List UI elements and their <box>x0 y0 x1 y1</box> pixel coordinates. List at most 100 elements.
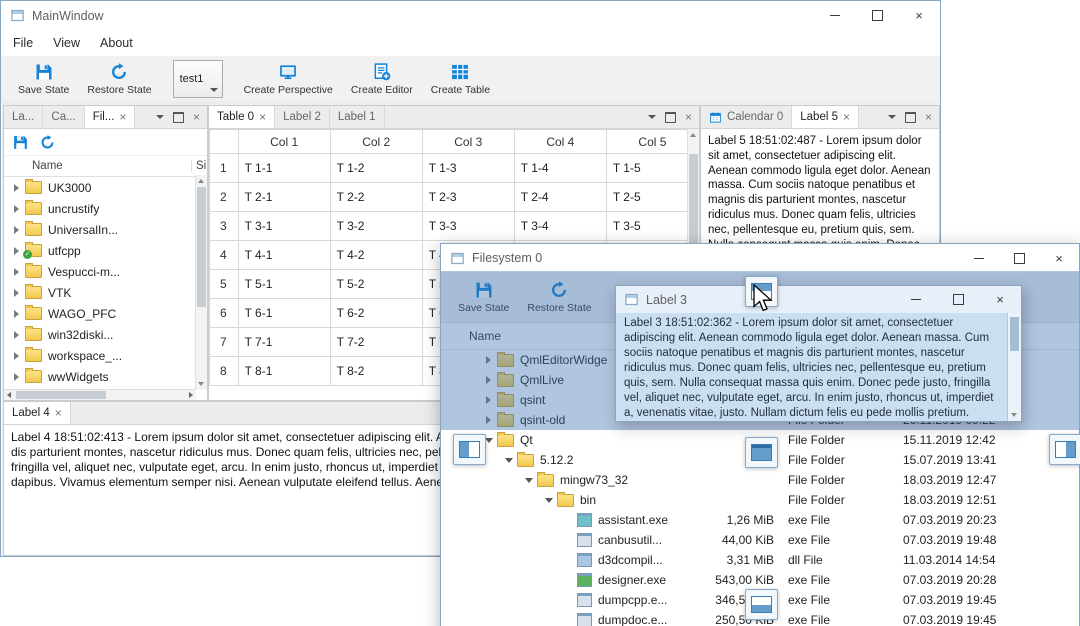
close-icon[interactable]: × <box>119 111 126 123</box>
table-cell[interactable]: T 8-1 <box>237 356 331 386</box>
table-cell[interactable]: T 3-2 <box>329 211 423 241</box>
tabs-menu-icon[interactable] <box>647 115 656 119</box>
tab-table-0[interactable]: Table 0 × <box>209 106 276 128</box>
table-cell[interactable]: T 1-3 <box>421 153 515 183</box>
close-icon[interactable]: × <box>685 111 692 123</box>
close-button[interactable]: × <box>1039 244 1079 272</box>
scroll-down-icon[interactable] <box>1011 413 1017 417</box>
table-cell[interactable]: T 2-1 <box>237 182 331 212</box>
expander-icon[interactable] <box>14 183 19 192</box>
scrollbar-thumb[interactable] <box>1010 317 1019 351</box>
tree-item[interactable]: utfcpp <box>4 240 207 261</box>
tab-label-2[interactable]: Label 2 <box>275 106 330 128</box>
scrollbar-thumb[interactable] <box>16 391 106 399</box>
row-number[interactable]: 3 <box>209 211 239 241</box>
tab-calendar-dock[interactable]: Ca... <box>43 106 85 128</box>
horizontal-scrollbar[interactable] <box>4 389 196 400</box>
detach-icon[interactable] <box>664 111 676 123</box>
dock-left-indicator[interactable] <box>453 434 486 465</box>
table-cell[interactable]: T 3-5 <box>605 211 699 241</box>
file-row[interactable]: bin File Folder 18.03.2019 12:51 <box>441 490 1079 510</box>
table-cell[interactable]: T 2-4 <box>513 182 607 212</box>
row-number[interactable]: 8 <box>209 356 239 386</box>
row-number[interactable]: 6 <box>209 298 239 328</box>
close-icon[interactable]: × <box>843 111 850 123</box>
expander-icon[interactable] <box>545 497 553 503</box>
tab-filesystem-dock[interactable]: Fil... × <box>84 106 136 128</box>
filesystem-titlebar[interactable]: Filesystem 0 × <box>441 244 1079 272</box>
row-number[interactable]: 1 <box>209 153 239 183</box>
expander-icon[interactable] <box>14 267 19 276</box>
menu-file[interactable]: File <box>3 32 43 54</box>
detach-icon[interactable] <box>904 111 916 123</box>
dock-right-indicator[interactable] <box>1049 434 1080 465</box>
label3-titlebar[interactable]: Label 3 × <box>616 286 1021 313</box>
table-cell[interactable]: T 1-4 <box>513 153 607 183</box>
file-row[interactable]: designer.exe 543,00 KiB exe File 07.03.2019… <box>441 570 1079 590</box>
tree-item[interactable]: wwWidgets <box>4 366 207 387</box>
close-icon[interactable]: × <box>55 407 62 419</box>
expander-icon[interactable] <box>505 457 513 463</box>
scroll-up-icon[interactable] <box>690 133 696 137</box>
table-cell[interactable]: T 2-3 <box>421 182 515 212</box>
expander-icon[interactable] <box>14 246 19 255</box>
table-cell[interactable]: T 1-2 <box>329 153 423 183</box>
scroll-left-icon[interactable] <box>7 392 11 398</box>
tab-label-4[interactable]: Label 4 × <box>4 402 71 424</box>
table-cell[interactable]: T 4-2 <box>329 240 423 270</box>
table-cell[interactable]: T 7-1 <box>237 327 331 357</box>
tree-item[interactable]: WAGO_PFC <box>4 303 207 324</box>
table-cell[interactable]: T 5-2 <box>329 269 423 299</box>
scroll-up-icon[interactable] <box>198 179 204 183</box>
minimize-button[interactable] <box>959 244 999 272</box>
tab-label-1[interactable]: Label 1 <box>330 106 385 128</box>
tree-item[interactable]: workspace_... <box>4 345 207 366</box>
tree-item[interactable]: win32diski... <box>4 324 207 345</box>
expander-icon[interactable] <box>14 204 19 213</box>
table-cell[interactable]: T 2-5 <box>605 182 699 212</box>
file-row[interactable]: canbusutil... 44,00 KiB exe File 07.03.2019… <box>441 530 1079 550</box>
expander-icon[interactable] <box>525 477 533 483</box>
column-header[interactable]: Col 2 <box>329 129 423 154</box>
tree-item[interactable]: Vespucci-m... <box>4 261 207 282</box>
tabs-menu-icon[interactable] <box>887 115 896 119</box>
column-header[interactable]: Col 4 <box>513 129 607 154</box>
expander-icon[interactable] <box>14 330 19 339</box>
table-cell[interactable]: T 5-1 <box>237 269 331 299</box>
tab-label-5[interactable]: Label 5 × <box>792 106 860 128</box>
tabs-menu-icon[interactable] <box>155 115 164 119</box>
create-editor-button[interactable]: Create Editor <box>342 56 422 101</box>
table-cell[interactable]: T 4-1 <box>237 240 331 270</box>
tab-label-dock[interactable]: La... <box>4 106 44 128</box>
expander-icon[interactable] <box>485 437 493 443</box>
perspective-dropdown[interactable]: test1 <box>172 59 223 98</box>
scrollbar-thumb[interactable] <box>197 187 206 307</box>
expander-icon[interactable] <box>14 351 19 360</box>
maximize-button[interactable] <box>937 286 979 313</box>
detach-icon[interactable] <box>172 111 184 123</box>
main-titlebar[interactable]: MainWindow × <box>1 1 940 30</box>
table-cell[interactable]: T 3-1 <box>237 211 331 241</box>
table-cell[interactable]: T 2-2 <box>329 182 423 212</box>
dock-bottom-indicator[interactable] <box>745 589 778 620</box>
tab-calendar-0[interactable]: Calendar 0 <box>701 106 793 128</box>
minimize-button[interactable] <box>895 286 937 313</box>
table-cell[interactable]: T 1-5 <box>605 153 699 183</box>
maximize-button[interactable] <box>856 1 898 30</box>
row-number[interactable]: 2 <box>209 182 239 212</box>
close-icon[interactable]: × <box>259 111 266 123</box>
table-cell[interactable]: T 8-2 <box>329 356 423 386</box>
close-icon[interactable]: × <box>193 111 200 123</box>
tree-item[interactable]: UK3000 <box>4 177 207 198</box>
tree-item[interactable]: VTK <box>4 282 207 303</box>
dock-center-indicator[interactable] <box>745 437 778 468</box>
close-button[interactable]: × <box>979 286 1021 313</box>
menu-view[interactable]: View <box>43 32 90 54</box>
table-cell[interactable]: T 3-4 <box>513 211 607 241</box>
table-cell[interactable]: T 6-1 <box>237 298 331 328</box>
save-state-button[interactable]: Save State <box>9 56 78 101</box>
file-row[interactable]: assistant.exe 1,26 MiB exe File 07.03.2019 … <box>441 510 1079 530</box>
table-cell[interactable]: T 1-1 <box>237 153 331 183</box>
name-column-header[interactable]: Name <box>4 160 63 172</box>
close-button[interactable]: × <box>898 1 940 30</box>
